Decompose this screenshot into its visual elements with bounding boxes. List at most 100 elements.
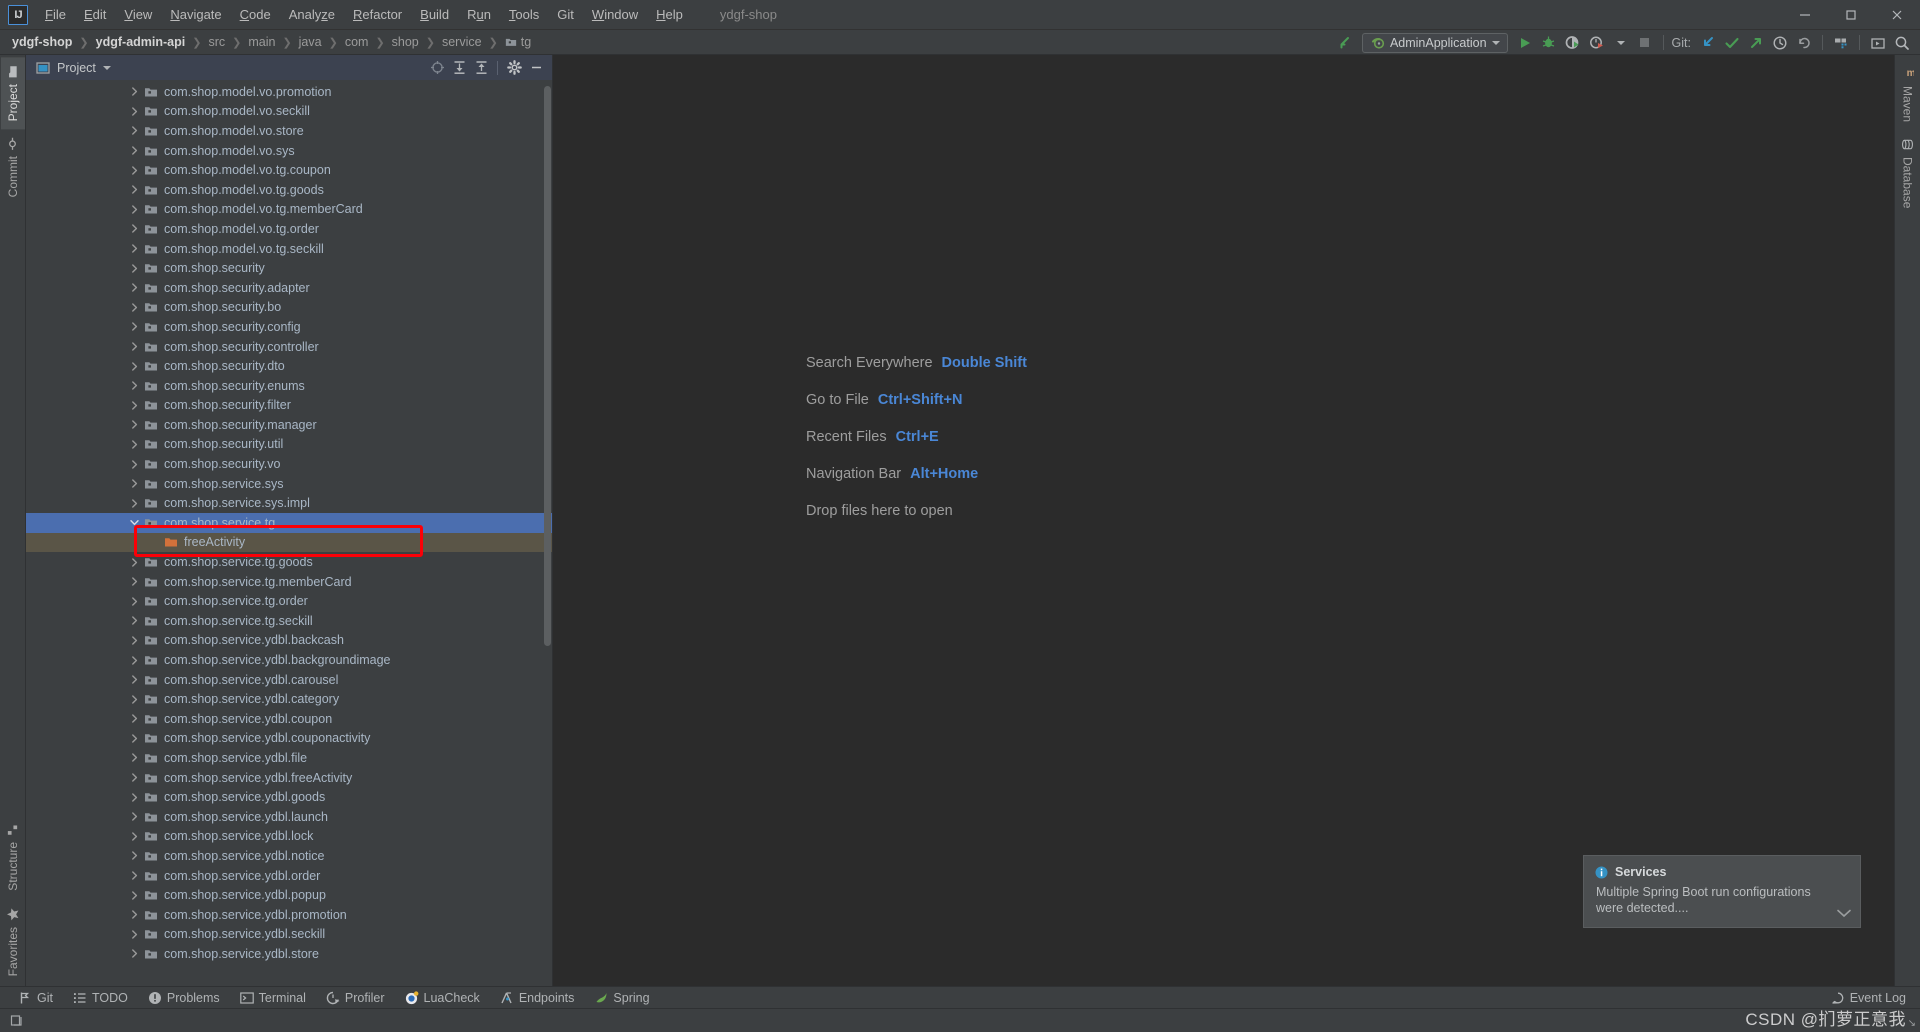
tree-node-toggle[interactable]: [129, 752, 140, 763]
tool-window-profiler[interactable]: Profiler: [316, 988, 395, 1008]
tree-node-toggle[interactable]: [129, 713, 140, 724]
menu-tools[interactable]: Tools: [500, 3, 548, 26]
settings-gear-icon[interactable]: [504, 58, 524, 78]
chevron-down-icon[interactable]: [102, 65, 111, 70]
tree-node[interactable]: com.shop.service.ydbl.order: [26, 866, 552, 886]
history-icon[interactable]: [1768, 32, 1792, 54]
tree-node[interactable]: com.shop.service.ydbl.popup: [26, 885, 552, 905]
search-everywhere-icon[interactable]: [1890, 32, 1914, 54]
tree-node[interactable]: com.shop.service.tg.order: [26, 591, 552, 611]
tree-node[interactable]: com.shop.security.config: [26, 317, 552, 337]
tree-node[interactable]: com.shop.security: [26, 258, 552, 278]
tool-window-luacheck[interactable]: LuaCheck: [395, 988, 490, 1008]
tree-node[interactable]: com.shop.service.sys: [26, 474, 552, 494]
tree-node[interactable]: com.shop.service.tg.memberCard: [26, 572, 552, 592]
tree-node[interactable]: com.shop.service.ydbl.store: [26, 944, 552, 964]
tool-window-endpoints[interactable]: Endpoints: [490, 988, 585, 1008]
run-configuration-selector[interactable]: AdminApplication: [1361, 32, 1508, 53]
tree-node-toggle[interactable]: [129, 635, 140, 646]
tool-window-spring[interactable]: Spring: [584, 988, 659, 1008]
tree-node-toggle[interactable]: [129, 282, 140, 293]
expand-all-icon[interactable]: [449, 58, 469, 78]
tree-node-toggle[interactable]: [129, 615, 140, 626]
tree-node-toggle[interactable]: [129, 596, 140, 607]
tree-node-toggle[interactable]: [129, 517, 140, 528]
tree-node[interactable]: com.shop.model.vo.tg.coupon: [26, 160, 552, 180]
tree-node[interactable]: com.shop.service.ydbl.file: [26, 748, 552, 768]
tree-node[interactable]: com.shop.model.vo.tg.order: [26, 219, 552, 239]
menu-git[interactable]: Git: [548, 3, 583, 26]
tree-node[interactable]: com.shop.service.ydbl.promotion: [26, 905, 552, 925]
collapse-all-icon[interactable]: [471, 58, 491, 78]
tree-node-toggle[interactable]: [129, 302, 140, 313]
tree-node[interactable]: com.shop.security.filter: [26, 396, 552, 416]
chevron-down-icon[interactable]: [1491, 40, 1500, 45]
chevron-down-icon[interactable]: [1609, 32, 1633, 54]
services-icon[interactable]: [1829, 32, 1853, 54]
tree-node-toggle[interactable]: [129, 733, 140, 744]
tree-node[interactable]: com.shop.model.vo.tg.seckill: [26, 239, 552, 259]
tree-node[interactable]: com.shop.service.ydbl.notice: [26, 846, 552, 866]
tree-node[interactable]: com.shop.service.ydbl.coupon: [26, 709, 552, 729]
run-with-coverage-icon[interactable]: [1561, 32, 1585, 54]
close-button[interactable]: [1874, 0, 1920, 30]
tool-window-git[interactable]: Git: [8, 988, 63, 1008]
tree-node[interactable]: com.shop.model.vo.promotion: [26, 82, 552, 102]
tree-node[interactable]: com.shop.model.vo.tg.memberCard: [26, 200, 552, 220]
tree-node-toggle[interactable]: [129, 557, 140, 568]
tool-strip-tab-maven[interactable]: m Maven: [1896, 59, 1920, 130]
tree-node[interactable]: freeActivity: [26, 532, 552, 553]
tree-node-toggle[interactable]: [129, 243, 140, 254]
tree-node[interactable]: com.shop.security.controller: [26, 337, 552, 357]
tree-node-toggle[interactable]: [129, 86, 140, 97]
maximize-button[interactable]: [1828, 0, 1874, 30]
menu-edit[interactable]: Edit: [75, 3, 115, 26]
tree-node-toggle[interactable]: [129, 576, 140, 587]
project-view-selector[interactable]: Project: [36, 61, 111, 75]
rollback-icon[interactable]: [1792, 32, 1816, 54]
menu-run[interactable]: Run: [458, 3, 500, 26]
tree-node[interactable]: com.shop.service.tg: [26, 513, 552, 533]
tree-node-toggle[interactable]: [129, 890, 140, 901]
tree-node[interactable]: com.shop.service.ydbl.backcash: [26, 631, 552, 651]
tool-strip-tab-database[interactable]: Database: [1896, 130, 1920, 216]
commit-icon[interactable]: [1720, 32, 1744, 54]
services-notification[interactable]: Services Multiple Spring Boot run config…: [1583, 855, 1861, 928]
tree-node-toggle[interactable]: [129, 361, 140, 372]
tree-node[interactable]: com.shop.service.ydbl.lock: [26, 827, 552, 847]
tree-node[interactable]: com.shop.service.ydbl.launch: [26, 807, 552, 827]
tool-window-event-log[interactable]: Event Log: [1827, 988, 1910, 1008]
push-icon[interactable]: [1744, 32, 1768, 54]
stop-icon[interactable]: [1633, 32, 1657, 54]
update-project-icon[interactable]: [1696, 32, 1720, 54]
preview-icon[interactable]: [1866, 32, 1890, 54]
tree-node[interactable]: com.shop.service.ydbl.category: [26, 689, 552, 709]
menu-navigate[interactable]: Navigate: [161, 3, 230, 26]
breadcrumb-item-java[interactable]: java: [297, 35, 324, 49]
tree-node-toggle[interactable]: [129, 948, 140, 959]
editor-empty-area[interactable]: Search Everywhere Double Shift Go to File C…: [553, 55, 1894, 986]
tool-window-problems[interactable]: Problems: [138, 988, 230, 1008]
tree-node[interactable]: com.shop.model.vo.sys: [26, 141, 552, 161]
tree-node[interactable]: com.shop.service.ydbl.couponactivity: [26, 729, 552, 749]
tree-node-toggle[interactable]: [129, 125, 140, 136]
tool-strip-tab-favorites[interactable]: Favorites: [1, 899, 25, 984]
tree-node[interactable]: com.shop.model.vo.store: [26, 121, 552, 141]
menu-build[interactable]: Build: [411, 3, 458, 26]
tree-node[interactable]: com.shop.model.vo.tg.goods: [26, 180, 552, 200]
tree-node-toggle[interactable]: [129, 498, 140, 509]
breadcrumb-item-ydgf-shop[interactable]: ydgf-shop: [10, 35, 74, 49]
tree-node-toggle[interactable]: [129, 439, 140, 450]
breadcrumb-item-com[interactable]: com: [343, 35, 371, 49]
tree-node-toggle[interactable]: [129, 400, 140, 411]
tree-node[interactable]: com.shop.security.util: [26, 435, 552, 455]
tree-node-toggle[interactable]: [129, 145, 140, 156]
tree-node-toggle[interactable]: [129, 478, 140, 489]
tree-node-toggle[interactable]: [129, 870, 140, 881]
layout-toggle-icon[interactable]: [10, 1013, 25, 1028]
tree-node-toggle[interactable]: [129, 674, 140, 685]
tree-node-toggle[interactable]: [129, 772, 140, 783]
menu-window[interactable]: Window: [583, 3, 647, 26]
tree-node[interactable]: com.shop.security.enums: [26, 376, 552, 396]
tree-node-toggle[interactable]: [129, 419, 140, 430]
